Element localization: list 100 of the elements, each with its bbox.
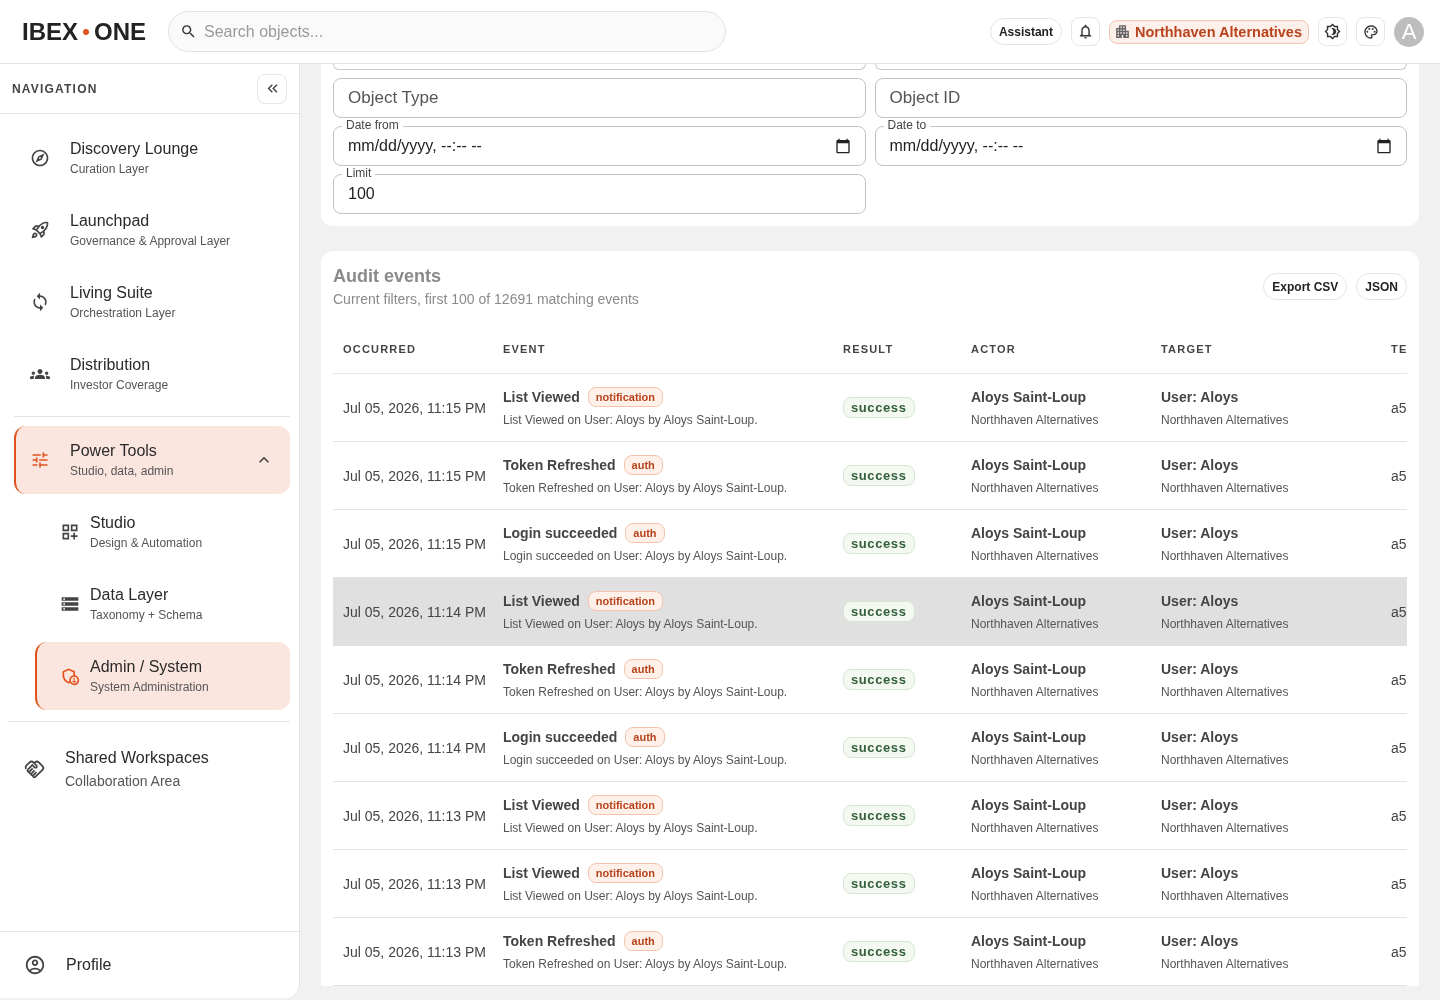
target-organization: Northhaven Alternatives: [1161, 888, 1289, 904]
nav-item[interactable]: Shared Workspaces Collaboration Area: [0, 733, 299, 805]
table-cell: a5: [1391, 807, 1407, 824]
building-icon: [1113, 23, 1131, 40]
logo-text: IBEX: [22, 16, 78, 47]
table-row[interactable]: Jul 05, 2026, 11:14 PM List Viewed notification List Viewed on User: Aloys by Aloys Saint-Loup. success Aloys Saint-Loup Northhaven Alternatives User: Aloys Northhaven Alternatives a5: [333, 578, 1407, 646]
table-cell: a5: [1391, 603, 1407, 620]
actor-name: Aloys Saint-Loup: [971, 728, 1087, 747]
date-text: Jul 05, 2026, 11:14 PM: [343, 739, 486, 756]
nav-item[interactable]: Launchpad Governance & Approval Layer: [0, 194, 299, 266]
date-text: Jul 05, 2026, 11:14 PM: [343, 603, 486, 620]
object-id-field[interactable]: Object ID: [874, 78, 1407, 118]
sync-icon: [30, 292, 50, 312]
object-type-field[interactable]: Object Type: [333, 78, 866, 118]
event-name: List Viewed: [503, 864, 580, 883]
event-description: List Viewed on User: Aloys by Aloys Saint-Loup.: [503, 888, 758, 904]
target-organization: Northhaven Alternatives: [1161, 820, 1289, 836]
compass-icon: [30, 148, 50, 168]
calendar-icon[interactable]: [834, 138, 851, 154]
event-description: List Viewed on User: Aloys by Aloys Saint-Loup.: [503, 412, 758, 428]
table-cell: a5: [1391, 535, 1407, 552]
palette-button[interactable]: [1356, 17, 1385, 46]
theme-button[interactable]: [1318, 17, 1347, 46]
table-cell: a5: [1391, 875, 1407, 892]
date-text: Jul 05, 2026, 11:15 PM: [343, 535, 486, 552]
logo-text: ONE: [94, 16, 147, 47]
table-cell: a5: [1391, 739, 1407, 756]
status-badge: success: [843, 669, 915, 690]
export-button[interactable]: Export CSV: [1263, 273, 1348, 300]
column-header: TE: [1391, 342, 1407, 355]
target-name: User: Aloys: [1161, 592, 1239, 611]
profile-link[interactable]: Profile: [0, 931, 299, 998]
status-badge: success: [843, 397, 915, 418]
table-cell: a5: [1391, 943, 1407, 960]
target-name: User: Aloys: [1161, 796, 1239, 815]
target-organization: Northhaven Alternatives: [1161, 616, 1289, 632]
event-name: Token Refreshed: [503, 456, 616, 475]
actor-organization: Northhaven Alternatives: [971, 820, 1099, 836]
event-description: List Viewed on User: Aloys by Aloys Saint-Loup.: [503, 616, 758, 632]
column-header: RESULT: [843, 342, 894, 355]
assistant-button[interactable]: Assistant: [989, 18, 1062, 45]
actor-organization: Northhaven Alternatives: [971, 616, 1099, 632]
date-text: Jul 05, 2026, 11:15 PM: [343, 399, 486, 416]
event-tag: notification: [587, 795, 664, 815]
logo-dot-icon: [83, 28, 89, 35]
event-description: Token Refreshed on User: Aloys by Aloys Saint-Loup.: [503, 684, 788, 700]
date-text: Jul 05, 2026, 11:15 PM: [343, 467, 486, 484]
notifications-button[interactable]: [1070, 17, 1100, 46]
handshake-icon: [24, 758, 45, 780]
nav-item[interactable]: Distribution Investor Coverage: [0, 338, 299, 410]
nav-item[interactable]: Studio Design & Automation: [35, 498, 290, 566]
actor-organization: Northhaven Alternatives: [971, 548, 1099, 564]
nav-item[interactable]: Discovery Lounge Curation Layer: [0, 122, 299, 194]
actor-organization: Northhaven Alternatives: [971, 888, 1099, 904]
target-organization: Northhaven Alternatives: [1161, 412, 1289, 428]
status-badge: success: [843, 533, 915, 554]
date-text: Jul 05, 2026, 11:13 PM: [343, 807, 486, 824]
column-header: OCCURRED: [343, 342, 417, 355]
date-text: Jul 05, 2026, 11:14 PM: [343, 671, 486, 688]
event-name: List Viewed: [503, 796, 580, 815]
date-text: Jul 05, 2026, 11:13 PM: [343, 875, 486, 892]
nav-group[interactable]: Power Tools Studio, data, admin: [14, 426, 290, 494]
event-name: List Viewed: [503, 388, 580, 407]
event-name: Token Refreshed: [503, 932, 616, 951]
nav-item[interactable]: Living Suite Orchestration Layer: [0, 266, 299, 338]
actor-organization: Northhaven Alternatives: [971, 956, 1099, 972]
card-title: Audit events: [333, 265, 443, 287]
event-description: Login succeeded on User: Aloys by Aloys Saint-Loup.: [503, 548, 788, 564]
actor-organization: Northhaven Alternatives: [971, 412, 1099, 428]
event-description: Token Refreshed on User: Aloys by Aloys Saint-Loup.: [503, 480, 788, 496]
event-tag: notification: [587, 591, 664, 611]
field-label: Date to: [883, 118, 931, 132]
actor-name: Aloys Saint-Loup: [971, 592, 1087, 611]
shield-person-icon: [60, 666, 80, 686]
search-field[interactable]: Search objects...: [168, 11, 727, 52]
actor-name: Aloys Saint-Loup: [971, 388, 1087, 407]
actor-organization: Northhaven Alternatives: [971, 752, 1099, 768]
target-name: User: Aloys: [1161, 864, 1239, 883]
status-badge: success: [843, 601, 915, 622]
actor-name: Aloys Saint-Loup: [971, 864, 1087, 883]
storage-icon: [60, 594, 80, 614]
collapse-button[interactable]: [257, 73, 287, 104]
palette-icon: [1362, 23, 1379, 40]
sliders-icon: [30, 450, 50, 470]
calendar-icon[interactable]: [1376, 138, 1392, 154]
nav-item[interactable]: Admin / System System Administration: [35, 642, 290, 710]
event-tag: auth: [625, 523, 665, 543]
target-organization: Northhaven Alternatives: [1161, 548, 1289, 564]
nav-item[interactable]: Data Layer Taxonomy + Schema: [35, 570, 290, 638]
organization-chip[interactable]: Northhaven Alternatives: [1108, 19, 1309, 44]
event-name: Login succeeded: [503, 524, 618, 543]
target-organization: Northhaven Alternatives: [1161, 684, 1289, 700]
actor-organization: Northhaven Alternatives: [971, 684, 1099, 700]
event-description: Login succeeded on User: Aloys by Aloys Saint-Loup.: [503, 752, 788, 768]
rocket-icon: [30, 220, 50, 240]
export-button[interactable]: JSON: [1356, 273, 1407, 300]
grid-plus-icon: [60, 522, 80, 542]
target-name: User: Aloys: [1161, 456, 1239, 475]
event-tag: auth: [623, 931, 663, 951]
actor-name: Aloys Saint-Loup: [971, 456, 1087, 475]
